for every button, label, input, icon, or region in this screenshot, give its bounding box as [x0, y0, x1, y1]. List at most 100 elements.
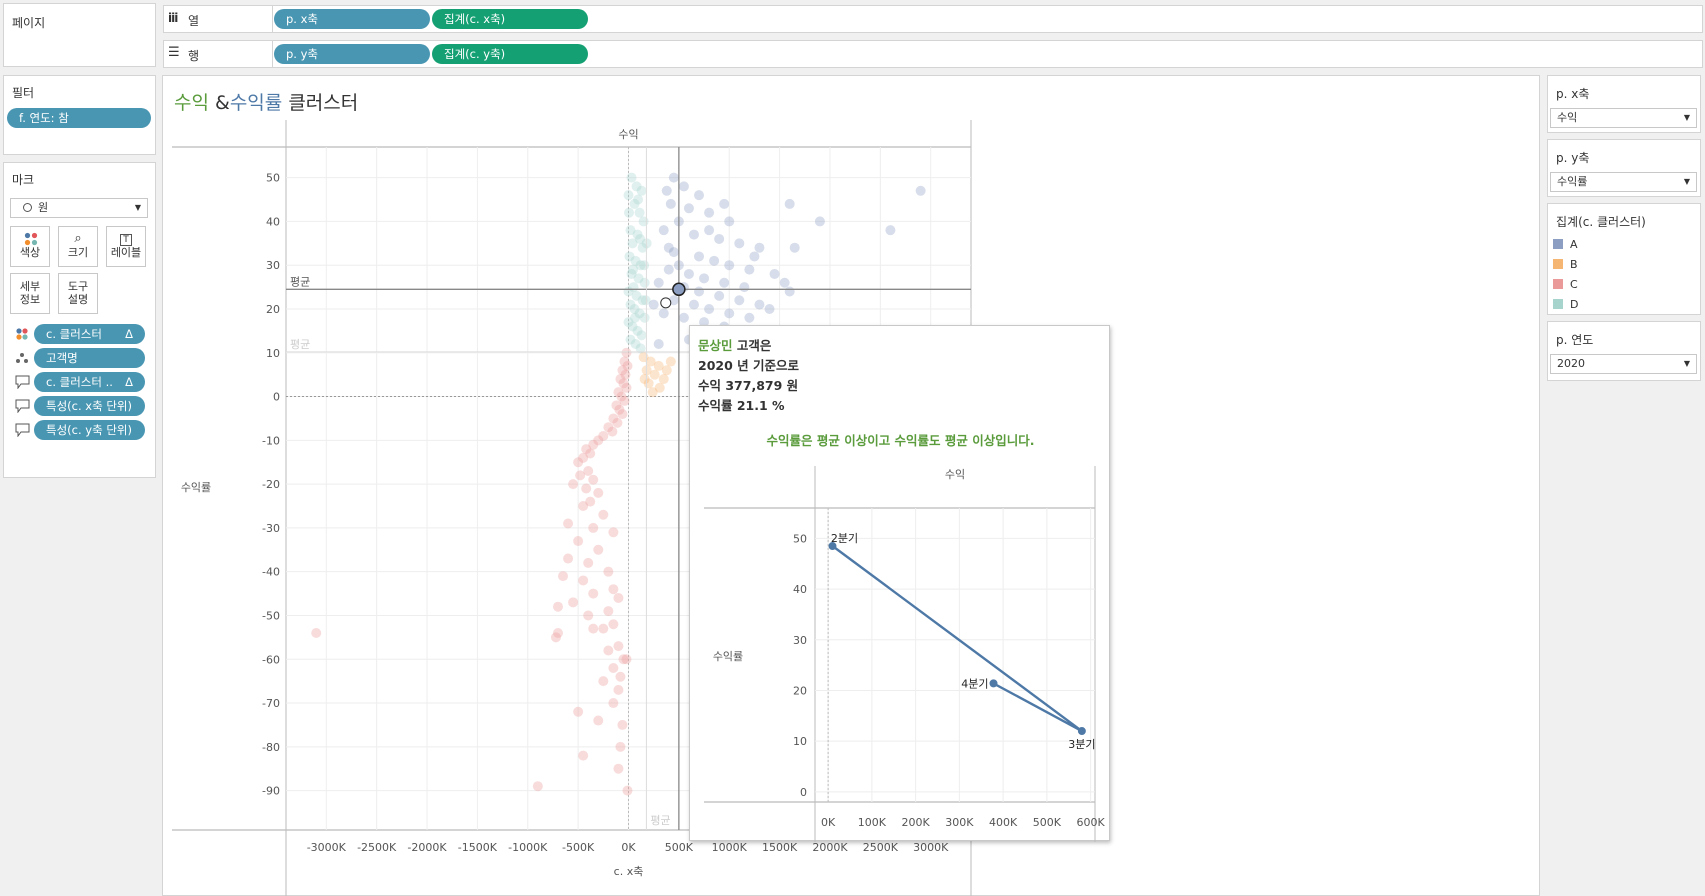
scatter-point — [608, 619, 619, 630]
detail-icon — [16, 353, 28, 363]
columns-pill-px[interactable]: p. x축 — [274, 9, 430, 29]
size-button[interactable]: ⌕ 크기 — [58, 226, 98, 267]
scatter-point — [724, 260, 735, 271]
legend-label-b[interactable]: B — [1570, 258, 1578, 271]
scatter-point — [558, 571, 569, 582]
scatter-point — [678, 181, 689, 192]
scatter-point — [814, 216, 825, 227]
tooltip-button[interactable]: 도구 설명 — [58, 273, 98, 314]
tip-y-tick-label: 30 — [793, 634, 807, 647]
scatter-point — [583, 610, 594, 621]
legend-label-d[interactable]: D — [1570, 298, 1578, 311]
marks-pill-x-unit[interactable]: 특성(c. x축 단위) — [34, 396, 145, 416]
scatter-point — [607, 426, 618, 437]
scatter-point — [638, 216, 649, 227]
mark-type-dropdown[interactable]: 원 ▼ — [10, 198, 148, 218]
legend-swatch-c — [1553, 279, 1563, 289]
x-tick-label: 1000K — [712, 841, 748, 854]
scatter-point — [575, 470, 586, 481]
columns-label: 열 — [188, 14, 200, 28]
tooltip-icon — [15, 423, 30, 437]
param-x-value: 수익 — [1557, 111, 1578, 124]
scatter-point — [634, 207, 645, 218]
param-year-dropdown[interactable]: 2020 ▼ — [1550, 354, 1697, 374]
scatter-point — [663, 264, 674, 275]
tooltip-button-label2: 설명 — [67, 293, 89, 306]
tip-y-tick-label: 10 — [793, 735, 807, 748]
scatter-point — [578, 750, 589, 761]
scatter-point — [639, 374, 650, 385]
scatter-point — [612, 417, 623, 428]
param-y-dropdown[interactable]: 수익률 ▼ — [1550, 172, 1697, 192]
scatter-point — [764, 303, 775, 314]
marks-pill-cluster-tooltip[interactable]: c. 클러스터 .. Δ — [34, 372, 145, 392]
scatter-point — [593, 715, 604, 726]
color-button[interactable]: 색상 — [10, 226, 50, 267]
y-tick-label: -50 — [262, 609, 280, 622]
scatter-point — [749, 251, 760, 262]
y-tick-label: -20 — [262, 478, 280, 491]
scatter-point — [665, 198, 676, 209]
columns-pill-cx[interactable]: 집계(c. x축) — [432, 9, 588, 29]
y-tick-label: 0 — [273, 391, 280, 404]
tip-y-axis-title: 수익률 — [713, 650, 743, 663]
x-tick-label: -2000K — [407, 841, 447, 854]
pages-panel[interactable]: 페이지 — [3, 3, 156, 67]
scatter-point — [532, 781, 543, 792]
scatter-point — [598, 676, 609, 687]
scatter-point — [653, 339, 664, 350]
scatter-point — [630, 312, 641, 323]
tooltip-line1: 문상민 고객은 — [698, 335, 771, 354]
scatter-point — [704, 225, 715, 236]
param-y-value: 수익률 — [1557, 175, 1588, 188]
scatter-point — [621, 347, 632, 358]
tip-x-tick-label: 200K — [902, 816, 931, 829]
legend-label-a[interactable]: A — [1570, 238, 1578, 251]
legend-label-c[interactable]: C — [1570, 278, 1578, 291]
top-axis-label: 수익 — [618, 128, 638, 141]
scatter-point — [615, 741, 626, 752]
scatter-point — [915, 185, 926, 196]
scatter-point — [694, 190, 705, 201]
chevron-down-icon: ▼ — [1683, 359, 1690, 368]
scatter-point — [744, 312, 755, 323]
x-axis-title: c. x축 — [614, 865, 644, 878]
scatter-point — [588, 474, 599, 485]
rows-pill-py[interactable]: p. y축 — [274, 44, 430, 64]
scatter-point — [648, 299, 659, 310]
scatter-point — [688, 229, 699, 240]
scatter-point — [779, 277, 790, 288]
marks-pill-y-unit[interactable]: 특성(c. y축 단위) — [34, 420, 145, 440]
scatter-point — [885, 225, 896, 236]
marks-pill-customer[interactable]: 고객명 — [34, 348, 145, 368]
scatter-point — [694, 251, 705, 262]
scatter-point — [784, 286, 795, 297]
filter-pill-year[interactable]: f. 연도: 참 — [7, 108, 151, 128]
label-button[interactable]: T 레이블 — [106, 226, 146, 267]
tip-x-tick-label: 400K — [989, 816, 1018, 829]
tooltip-button-label1: 도구 — [67, 280, 89, 293]
scatter-point — [709, 255, 720, 266]
y-tick-label: 50 — [266, 172, 280, 185]
x-tick-label: 0K — [621, 841, 636, 854]
y-tick-label: 40 — [266, 215, 280, 228]
scatter-point — [588, 623, 599, 634]
detail-button[interactable]: 세부 정보 — [10, 273, 50, 314]
scatter-point — [598, 623, 609, 634]
filters-title: 필터 — [12, 86, 35, 100]
legend-swatch-b — [1553, 259, 1563, 269]
circle-icon — [23, 203, 32, 212]
tip-y-tick-label: 50 — [793, 532, 807, 545]
marks-pill-cluster[interactable]: c. 클러스터 Δ — [34, 324, 145, 344]
avg-label-faded: 평균 — [290, 338, 310, 351]
marks-title: 마크 — [12, 173, 35, 187]
tooltip-popup: 문상민 고객은 2020 년 기준으로 수익 377,879 원 수익률 21.… — [689, 325, 1110, 842]
scatter-point — [661, 185, 672, 196]
scatter-point — [623, 190, 634, 201]
y-tick-label: -70 — [262, 697, 280, 710]
x-tick-label: 2500K — [863, 841, 899, 854]
scatter-point — [608, 698, 619, 709]
legend-swatch-a — [1553, 239, 1563, 249]
rows-pill-cy[interactable]: 집계(c. y축) — [432, 44, 588, 64]
param-x-dropdown[interactable]: 수익 ▼ — [1550, 108, 1697, 128]
